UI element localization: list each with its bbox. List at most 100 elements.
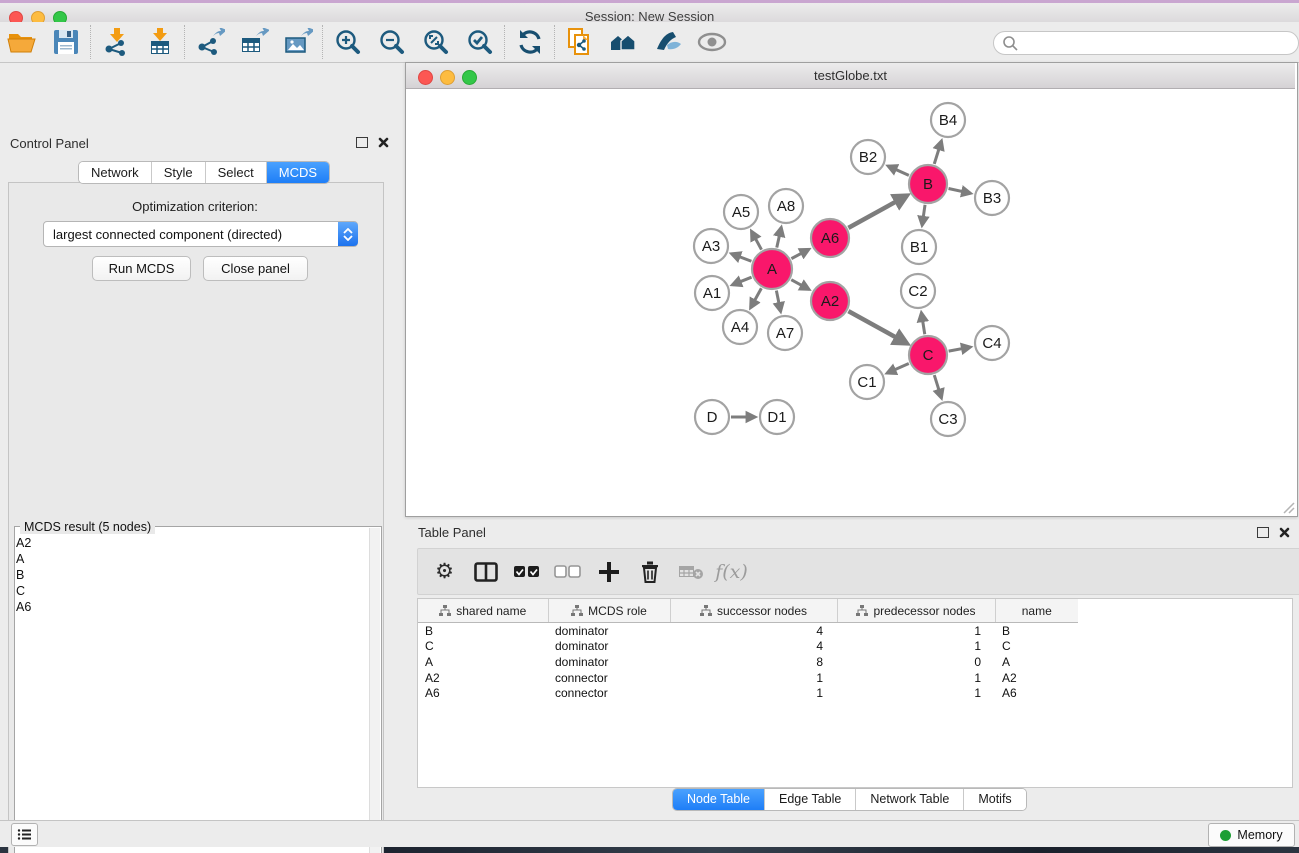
edge-A2-C[interactable]	[848, 311, 907, 343]
tab-network-table[interactable]: Network Table	[856, 789, 964, 810]
import-network-icon[interactable]	[94, 24, 138, 60]
edge-B-B2[interactable]	[888, 166, 909, 175]
column-header[interactable]: predecessor nodes	[837, 599, 995, 623]
column-header[interactable]: name	[995, 599, 1078, 623]
close-panel-icon[interactable]	[1279, 527, 1290, 538]
hide-graphics-details-icon[interactable]	[646, 24, 690, 60]
table-row[interactable]: Cdominator41C	[418, 639, 1292, 655]
zoom-selected-icon[interactable]	[458, 24, 502, 60]
memory-button[interactable]: Memory	[1208, 823, 1295, 847]
optimization-criterion-select[interactable]: largest connected component (directed)	[43, 221, 358, 247]
table-cell[interactable]: 4	[670, 623, 837, 639]
tab-node-table[interactable]: Node Table	[673, 789, 765, 810]
table-cell[interactable]: A	[418, 654, 548, 670]
table-cell[interactable]: A6	[418, 685, 548, 701]
show-graphics-details-icon[interactable]	[690, 24, 734, 60]
table-cell[interactable]: dominator	[548, 654, 670, 670]
edge-B-B3[interactable]	[949, 188, 971, 193]
window-resize-grip[interactable]	[1283, 502, 1295, 514]
table-cell[interactable]: A2	[995, 670, 1078, 686]
table-cell[interactable]: C	[995, 639, 1078, 655]
table-cell[interactable]: A6	[995, 685, 1078, 701]
edge-A6-B[interactable]	[848, 196, 907, 228]
column-header[interactable]: successor nodes	[670, 599, 837, 623]
zoom-in-icon[interactable]	[326, 24, 370, 60]
table-cell[interactable]: B	[995, 623, 1078, 639]
import-table-icon[interactable]	[138, 24, 182, 60]
tab-motifs[interactable]: Motifs	[964, 789, 1025, 810]
close-panel-button[interactable]: Close panel	[203, 256, 308, 281]
table-cell[interactable]: A2	[418, 670, 548, 686]
edge-A-A5[interactable]	[752, 231, 762, 249]
mcds-list-scrollbar[interactable]	[369, 528, 380, 853]
mcds-result-item[interactable]: A6	[16, 599, 368, 615]
edge-A-A1[interactable]	[732, 277, 751, 285]
run-mcds-button[interactable]: Run MCDS	[92, 256, 191, 281]
edge-C-C2[interactable]	[921, 313, 924, 335]
delete-columns-icon[interactable]	[631, 554, 668, 590]
edge-B-B4[interactable]	[934, 141, 941, 164]
table-cell[interactable]: 1	[837, 670, 995, 686]
search-input[interactable]	[1018, 35, 1282, 51]
table-cell[interactable]: C	[418, 639, 548, 655]
tab-network[interactable]: Network	[79, 162, 152, 183]
edge-B-B1[interactable]	[922, 205, 925, 225]
select-stepper-icon[interactable]	[338, 222, 358, 246]
show-columns-icon[interactable]	[467, 554, 504, 590]
table-cell[interactable]: 0	[837, 654, 995, 670]
zoom-fit-icon[interactable]	[414, 24, 458, 60]
export-network-icon[interactable]	[188, 24, 232, 60]
tab-edge-table[interactable]: Edge Table	[765, 789, 856, 810]
add-column-icon[interactable]	[590, 554, 627, 590]
tab-select[interactable]: Select	[206, 162, 267, 183]
table-row[interactable]: A6connector11A6	[418, 685, 1292, 701]
table-row[interactable]: Bdominator41B	[418, 623, 1292, 639]
float-panel-icon[interactable]	[356, 137, 368, 148]
show-all-networks-icon[interactable]	[602, 24, 646, 60]
table-cell[interactable]: 1	[670, 685, 837, 701]
export-table-icon[interactable]	[232, 24, 276, 60]
edge-C-C3[interactable]	[934, 375, 941, 398]
table-cell[interactable]: dominator	[548, 639, 670, 655]
network-graph-canvas[interactable]: B4B2BB3A5A8A6B1A3AC2A1A2A4A7C4CC1C3DD1	[406, 89, 1295, 515]
export-image-icon[interactable]	[276, 24, 320, 60]
edge-A-A3[interactable]	[732, 254, 752, 261]
close-panel-icon[interactable]	[378, 137, 389, 148]
table-cell[interactable]: 1	[837, 639, 995, 655]
table-cell[interactable]: 8	[670, 654, 837, 670]
save-icon[interactable]	[44, 24, 88, 60]
column-header[interactable]: shared name	[418, 599, 548, 623]
mcds-result-list[interactable]: A2ABCA6	[16, 535, 368, 615]
table-cell[interactable]: A	[995, 654, 1078, 670]
column-header[interactable]: MCDS role	[548, 599, 670, 623]
edge-C-C4[interactable]	[949, 347, 971, 351]
network-window-titlebar[interactable]: testGlobe.txt	[406, 63, 1295, 89]
mcds-result-item[interactable]: C	[16, 583, 368, 599]
table-row[interactable]: Adominator80A	[418, 654, 1292, 670]
table-cell[interactable]: B	[418, 623, 548, 639]
table-cell[interactable]: dominator	[548, 623, 670, 639]
mcds-result-item[interactable]: A	[16, 551, 368, 567]
zoom-out-icon[interactable]	[370, 24, 414, 60]
select-all-checkboxes-icon[interactable]	[508, 554, 545, 590]
tab-style[interactable]: Style	[152, 162, 206, 183]
edge-C-C1[interactable]	[887, 363, 909, 373]
table-cell[interactable]: 1	[670, 670, 837, 686]
table-cell[interactable]: 1	[837, 685, 995, 701]
tab-mcds[interactable]: MCDS	[267, 162, 329, 183]
refresh-layout-icon[interactable]	[508, 24, 552, 60]
float-panel-icon[interactable]	[1257, 527, 1269, 538]
mcds-result-item[interactable]: A2	[16, 535, 368, 551]
table-cell[interactable]: 1	[837, 623, 995, 639]
edge-A-A4[interactable]	[751, 288, 762, 307]
mcds-result-item[interactable]: B	[16, 567, 368, 583]
node-table[interactable]: shared nameMCDS rolesuccessor nodesprede…	[417, 598, 1293, 788]
edge-A-A6[interactable]	[791, 249, 808, 258]
open-folder-icon[interactable]	[0, 24, 44, 60]
search-box[interactable]	[993, 31, 1299, 55]
table-cell[interactable]: connector	[548, 685, 670, 701]
edge-A-A7[interactable]	[776, 291, 780, 312]
deselect-all-checkboxes-icon[interactable]	[549, 554, 586, 590]
edge-A-A2[interactable]	[791, 280, 809, 290]
status-menu-button[interactable]	[11, 823, 38, 846]
